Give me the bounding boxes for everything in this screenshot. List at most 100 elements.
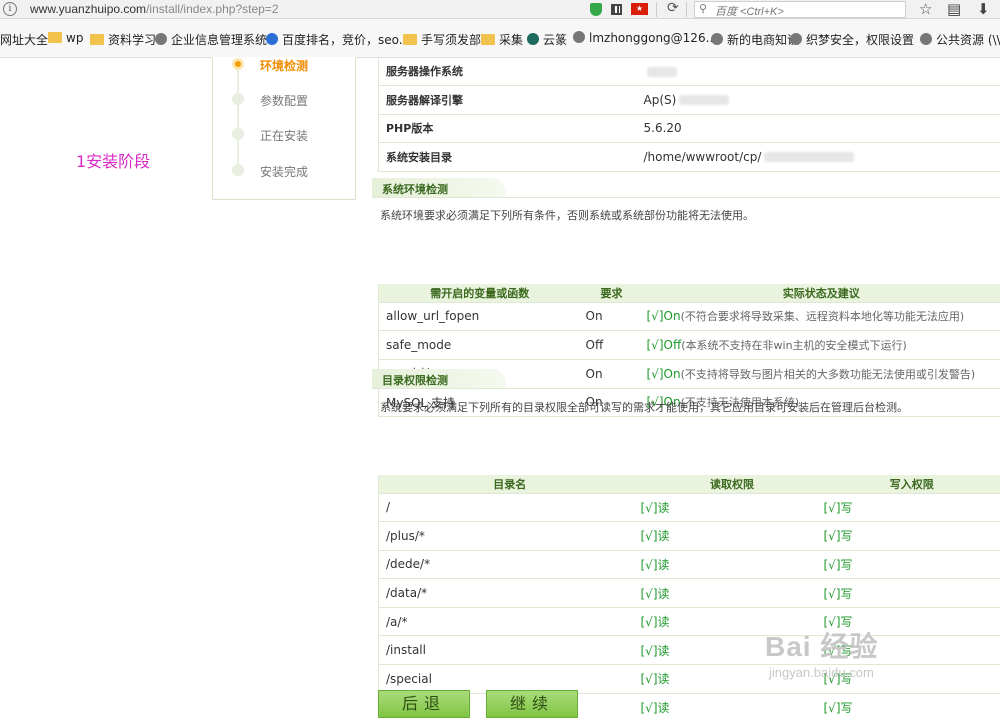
bookmark-item[interactable]: 手写须发部 <box>403 31 481 48</box>
bookmark-label: 百度排名，竞价，seo... <box>282 33 411 47</box>
env-requirement: On <box>580 359 643 389</box>
bookmark-label: 资料学习 <box>108 33 157 47</box>
qr-code-icon[interactable] <box>611 4 622 15</box>
table-row: /dede/* [√]读 [√]写 <box>378 550 1000 580</box>
bookmark-label: 手写须发部 <box>421 33 482 47</box>
step-dot-icon <box>232 164 244 176</box>
table-row: 服务器解译引擎 Ap(S) <box>378 85 1000 115</box>
dir-read-permission: [√]读 <box>640 693 824 718</box>
table-row: / [√]读 [√]写 <box>378 493 1000 523</box>
download-icon[interactable]: ⬇ <box>977 0 990 18</box>
blue-icon <box>266 33 278 45</box>
bookmark-item[interactable]: 织梦安全，权限设置 <box>790 31 914 48</box>
dir-write-permission: [√]写 <box>823 493 1000 523</box>
info-key: 系统安装目录 <box>378 142 637 172</box>
env-name: safe_mode <box>378 330 581 360</box>
bookmark-label: 企业信息管理系统 <box>171 33 268 47</box>
globe-icon <box>711 33 723 45</box>
dir-name: /data/* <box>378 578 641 608</box>
bookmark-item[interactable]: 采集 <box>481 31 523 48</box>
security-shield-icon[interactable] <box>590 3 602 16</box>
env-name: allow_url_fopen <box>378 302 581 332</box>
bookmark-item[interactable]: 公共资源 (\\ <box>920 31 1000 48</box>
reader-icon[interactable]: ▤ <box>947 0 961 18</box>
table-row: /a/* [√]读 [√]写 <box>378 607 1000 637</box>
info-key: 服务器解译引擎 <box>378 85 637 115</box>
env-status-cell: [√]On(不支持将导致与图片相关的大多数功能无法使用或引发警告) <box>642 359 1000 389</box>
bookmark-label: 网址大全 <box>0 33 49 47</box>
step-connector <box>237 62 239 172</box>
search-box[interactable]: ⚲ 百度 <Ctrl+K> <box>694 1 906 18</box>
globe-icon <box>790 33 802 45</box>
column-header: 要求 <box>580 284 643 303</box>
column-header: 实际状态及建议 <box>642 284 1000 303</box>
column-header: 读取权限 <box>640 475 824 494</box>
stage-label: 1安装阶段 <box>76 152 151 171</box>
site-info-icon[interactable]: i <box>3 2 17 16</box>
table-row: /install [√]读 [√]写 <box>378 635 1000 666</box>
dir-name: /plus/* <box>378 521 641 551</box>
dir-description: 系统要求必须满足下列所有的目录权限全部可读写的需求才能使用，其它应用目录可安装后… <box>380 401 908 414</box>
dir-read-permission: [√]读 <box>640 521 824 551</box>
dir-name: /install <box>378 635 641 666</box>
bookmark-label: 云篆 <box>543 33 568 47</box>
continue-button[interactable]: 继续 <box>486 690 578 718</box>
dir-write-permission: [√]写 <box>823 578 1000 608</box>
info-value: Ap(S) <box>636 85 1000 115</box>
back-button[interactable]: 后退 <box>378 690 470 718</box>
step-3[interactable]: 正在安装 <box>260 127 308 144</box>
dir-section-title: 目录权限检测 <box>372 369 506 389</box>
env-status: [√]On <box>646 366 681 381</box>
refresh-icon[interactable]: ⟳ <box>667 0 679 16</box>
folder-icon <box>481 34 495 45</box>
bookmark-item[interactable]: 网址大全 <box>0 31 48 48</box>
info-value-text: Ap(S) <box>643 92 677 107</box>
info-value-text: /home/wwwroot/cp/ <box>643 149 762 164</box>
redacted-region <box>679 95 730 106</box>
table-row: 系统安装目录/home/wwwroot/cp/ <box>378 142 1000 172</box>
flag-icon[interactable]: ★ <box>631 3 648 15</box>
star-icon[interactable]: ☆ <box>919 0 932 18</box>
info-value-text: 5.6.20 <box>643 121 682 136</box>
url-field[interactable]: www.yuanzhuipo.com/install/index.php?ste… <box>30 2 279 16</box>
bookmark-item[interactable]: 云篆 <box>527 31 567 48</box>
dir-write-permission: [√]写 <box>823 521 1000 551</box>
bookmark-item[interactable]: lmzhonggong@126.... <box>573 31 721 45</box>
bookmark-item[interactable]: 百度排名，竞价，seo... <box>266 31 410 48</box>
step-2[interactable]: 参数配置 <box>260 92 308 109</box>
step-dot-icon <box>232 58 244 70</box>
info-key: 服务器操作系统 <box>378 57 637 86</box>
watermark-brand: Bai 经验 <box>765 631 879 662</box>
bookmark-item[interactable]: 企业信息管理系统 <box>155 31 267 48</box>
step-dot-icon <box>232 93 244 105</box>
dir-read-permission: [√]读 <box>640 550 824 580</box>
bookmarks-bar: 网址大全 wp 资料学习 企业信息管理系统 百度排名，竞价，seo... 手写须发部 采集 云… <box>0 19 1000 58</box>
table-row: /plus/* [√]读 [√]写 <box>378 521 1000 551</box>
bookmark-item[interactable]: 资料学习 <box>90 31 156 48</box>
step-4[interactable]: 安装完成 <box>260 163 308 180</box>
dir-name: /dede/* <box>378 550 641 580</box>
step-dot-icon <box>232 128 244 140</box>
table-row: PHP版本 5.6.20 <box>378 114 1000 143</box>
watermark-site: jingyan.baidu.com <box>769 665 874 680</box>
divider <box>656 2 657 17</box>
table-row: /special [√]读 [√]写 <box>378 664 1000 694</box>
bookmark-label: 织梦安全，权限设置 <box>806 33 915 47</box>
info-value: /home/wwwroot/cp/ <box>636 142 1000 172</box>
env-note: (本系统不支持在非win主机的安全模式下运行) <box>681 339 907 353</box>
bookmark-label: 采集 <box>499 33 524 47</box>
bookmark-label: wp <box>66 31 84 45</box>
teal-icon <box>527 33 539 45</box>
bookmark-label: lmzhonggong@126.... <box>589 31 721 45</box>
divider <box>372 388 1000 389</box>
globe-icon <box>155 33 167 45</box>
table-row: safe_mode Off [√]Off(本系统不支持在非win主机的安全模式下运行… <box>378 330 1000 360</box>
dir-name: / <box>378 493 641 523</box>
bookmark-item[interactable]: 新的电商知识 <box>711 31 799 48</box>
bookmark-item[interactable]: wp <box>48 31 83 45</box>
step-1[interactable]: 环境检测 <box>260 57 308 74</box>
env-requirement: Off <box>580 330 643 360</box>
search-icon: ⚲ <box>699 2 708 15</box>
env-status: [√]Off <box>646 338 682 353</box>
folder-icon <box>90 34 104 45</box>
